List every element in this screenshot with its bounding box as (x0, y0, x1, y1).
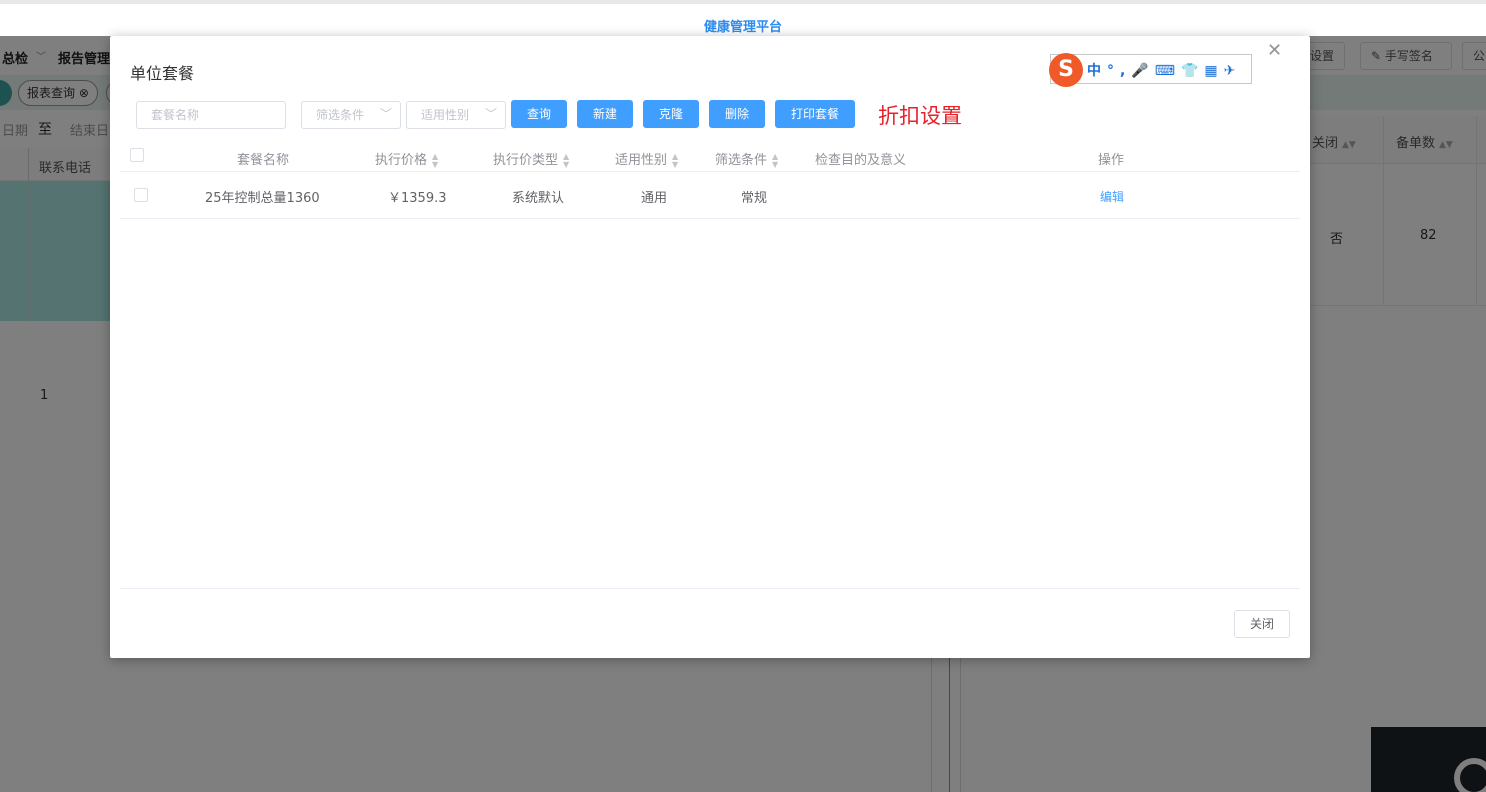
column-header-purpose: 检查目的及意义 (815, 153, 907, 168)
cell-condition: 常规 (741, 191, 768, 206)
gender-select[interactable]: 适用性别 ﹀ (406, 101, 506, 129)
column-header-name: 套餐名称 (237, 153, 290, 168)
sort-icon: ▲▼ (772, 151, 779, 169)
ime-icons[interactable]: 中°,🎤⌨👕▦✈ (1087, 60, 1241, 80)
clone-button[interactable]: 克隆 (643, 100, 699, 128)
close-button[interactable]: 关闭 (1234, 610, 1290, 638)
cell-price: ￥1359.3 (388, 191, 447, 206)
print-package-button[interactable]: 打印套餐 (775, 100, 855, 128)
discount-setting-link[interactable]: 折扣设置 (878, 100, 962, 130)
column-header-price[interactable]: 执行价格 ▲ ▼ (375, 149, 438, 169)
top-bar: 健康管理平台 (0, 0, 1486, 36)
app-title: 健康管理平台 (703, 20, 782, 35)
column-header-gender[interactable]: 适用性别 ▲ ▼ (615, 149, 678, 169)
ime-toolbar[interactable]: S 中°,🎤⌨👕▦✈ (1049, 53, 1252, 87)
delete-button[interactable]: 删除 (709, 100, 765, 128)
sort-icon: ▲▼ (432, 151, 439, 169)
tool-icon[interactable]: ✈ (1224, 63, 1242, 79)
package-name-input[interactable] (136, 101, 286, 129)
apps-icon[interactable]: ▦ (1204, 63, 1223, 79)
cell-price-type: 系统默认 (512, 191, 565, 206)
package-dialog: 单位套餐 ✕ S 中°,🎤⌨👕▦✈ 筛选条件 ﹀ 适用性别 ﹀ 查询 新建 克隆… (110, 36, 1310, 658)
sogou-logo-icon[interactable]: S (1049, 53, 1083, 87)
column-header-action: 操作 (1098, 153, 1125, 168)
keyboard-icon[interactable]: ⌨ (1155, 63, 1181, 79)
table-row[interactable]: 25年控制总量1360 ￥1359.3 系统默认 通用 常规 编辑 (120, 172, 1300, 219)
cell-gender: 通用 (641, 191, 668, 206)
edit-link[interactable]: 编辑 (1100, 188, 1124, 205)
chevron-down-icon: ﹀ (484, 107, 497, 121)
query-button[interactable]: 查询 (511, 100, 567, 128)
ime-punct-icon[interactable]: °, (1107, 63, 1131, 79)
table-header: 套餐名称 执行价格 ▲ ▼ 执行价类型 ▲ ▼ 适用性别 ▲ ▼ 筛选条件 ▲ ▼ 检查目的及意… (120, 140, 1300, 172)
footer-divider (120, 588, 1300, 589)
sort-icon: ▲▼ (563, 151, 570, 169)
close-icon[interactable]: ✕ (1267, 40, 1282, 61)
chevron-down-icon: ﹀ (379, 107, 392, 121)
dialog-title: 单位套餐 (130, 64, 195, 83)
cell-package-name: 25年控制总量1360 (205, 191, 320, 206)
column-header-condition[interactable]: 筛选条件 ▲ ▼ (715, 149, 778, 169)
column-header-price-type[interactable]: 执行价类型 ▲ ▼ (493, 149, 569, 169)
filter-condition-select[interactable]: 筛选条件 ﹀ (301, 101, 401, 129)
create-button[interactable]: 新建 (577, 100, 633, 128)
shirt-icon[interactable]: 👕 (1181, 63, 1204, 79)
row-checkbox[interactable] (134, 188, 148, 202)
select-all-checkbox[interactable] (130, 148, 144, 162)
sort-icon: ▲▼ (672, 151, 679, 169)
ime-mode-icon[interactable]: 中 (1087, 63, 1107, 79)
mic-icon[interactable]: 🎤 (1131, 63, 1154, 79)
